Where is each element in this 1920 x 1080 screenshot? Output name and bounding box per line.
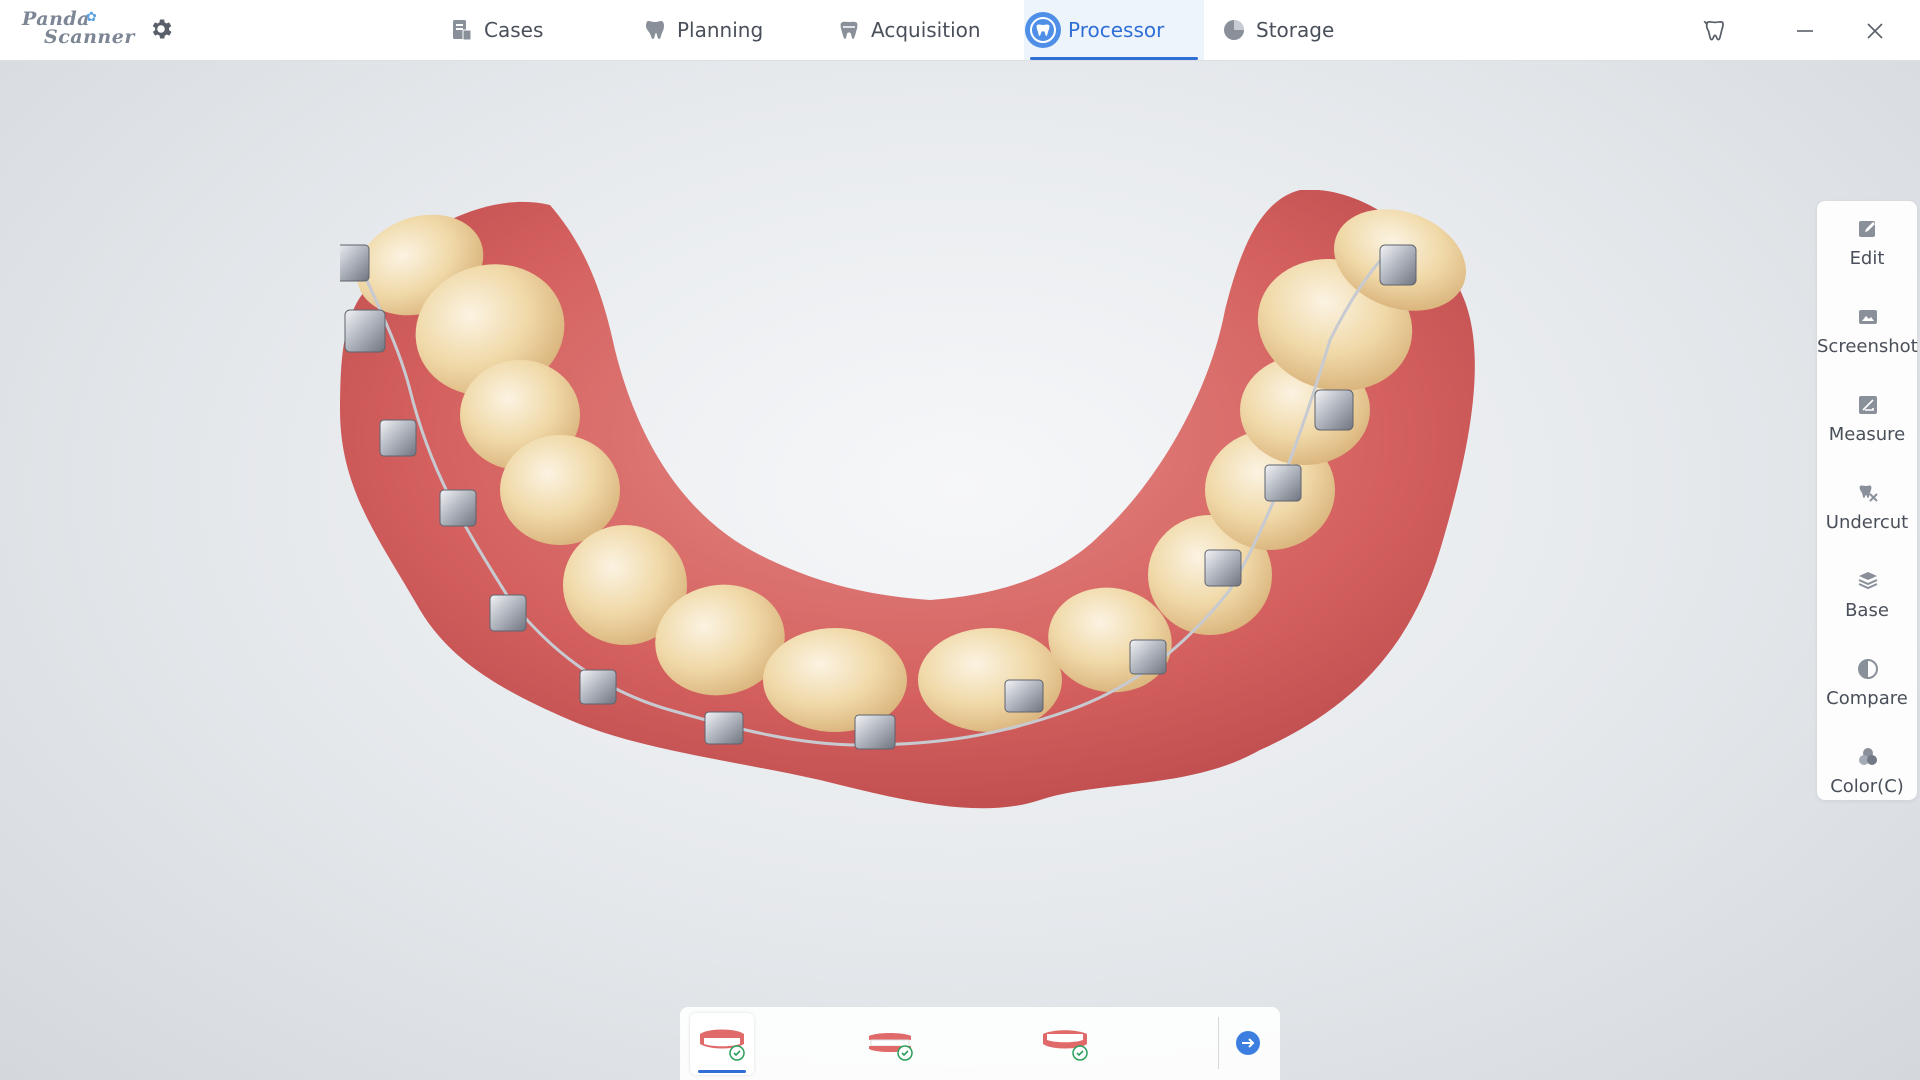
tool-compare[interactable]: Compare [1817, 646, 1917, 726]
bite-jaw-button[interactable] [858, 1013, 922, 1075]
arrow-right-icon[interactable] [1235, 1030, 1261, 1056]
lower-jaw-icon [1043, 1030, 1088, 1061]
tab-planning-label: Planning [677, 18, 764, 42]
measure-icon [1859, 396, 1877, 414]
tool-edit-label: Edit [1849, 248, 1885, 269]
tool-measure-label: Measure [1828, 424, 1906, 445]
logo-text-scanner: Scanner [44, 26, 135, 48]
edit-icon [1859, 221, 1875, 237]
lower-jaw-button[interactable] [1033, 1013, 1097, 1075]
storage-icon [1224, 20, 1244, 40]
minimize-icon[interactable] [1790, 16, 1820, 46]
jaw-bar-divider [1218, 1017, 1219, 1069]
dental-scan-3d-model[interactable] [340, 190, 1540, 970]
paw-icon: ✿ [86, 10, 97, 25]
tooth-mode-icon[interactable] [1700, 16, 1730, 46]
tool-color[interactable]: Color(C) [1817, 734, 1917, 814]
processor-icon [1025, 12, 1061, 48]
settings-gear-icon[interactable] [148, 16, 174, 42]
planning-icon [646, 21, 664, 39]
app-logo: Panda ✿ Scanner [20, 8, 134, 52]
tab-processor-label: Processor [1068, 18, 1165, 42]
tab-cases-label: Cases [484, 18, 544, 42]
jaw-selector-bar [680, 1007, 1280, 1080]
tool-base[interactable]: Base [1817, 558, 1917, 638]
close-icon[interactable] [1860, 16, 1890, 46]
tool-compare-label: Compare [1826, 688, 1908, 709]
tab-acquisition-label: Acquisition [871, 18, 981, 42]
tool-screenshot[interactable]: Screenshot [1817, 294, 1918, 374]
acquisition-icon [840, 21, 858, 39]
bite-jaw-icon [869, 1033, 913, 1061]
compare-icon [1858, 659, 1878, 679]
tool-undercut[interactable]: Undercut [1817, 470, 1917, 550]
cases-icon [453, 20, 472, 41]
undercut-icon [1859, 485, 1878, 502]
tool-color-label: Color(C) [1830, 776, 1904, 797]
tab-acquisition[interactable]: Acquisition [837, 0, 997, 60]
screenshot-icon [1859, 310, 1877, 324]
tab-planning[interactable]: Planning [643, 0, 793, 60]
tool-screenshot-label: Screenshot [1817, 336, 1918, 357]
tool-edit[interactable]: Edit [1817, 206, 1917, 286]
tool-panel: Edit Screenshot Measure Undercut Base Co… [1817, 201, 1918, 800]
upper-jaw-icon [700, 1029, 745, 1061]
tool-measure[interactable]: Measure [1817, 382, 1917, 462]
tab-storage-label: Storage [1256, 18, 1335, 42]
tab-processor[interactable]: Processor [1024, 0, 1204, 60]
top-bar: Panda ✿ Scanner Cases Planning Acquisiti… [0, 0, 1920, 61]
color-icon [1859, 748, 1877, 765]
tab-storage[interactable]: Storage [1222, 0, 1362, 60]
upper-jaw-button[interactable] [690, 1013, 754, 1075]
tool-base-label: Base [1845, 600, 1889, 621]
base-icon [1858, 572, 1878, 590]
tab-cases[interactable]: Cases [450, 0, 580, 60]
tool-undercut-label: Undercut [1825, 512, 1909, 533]
